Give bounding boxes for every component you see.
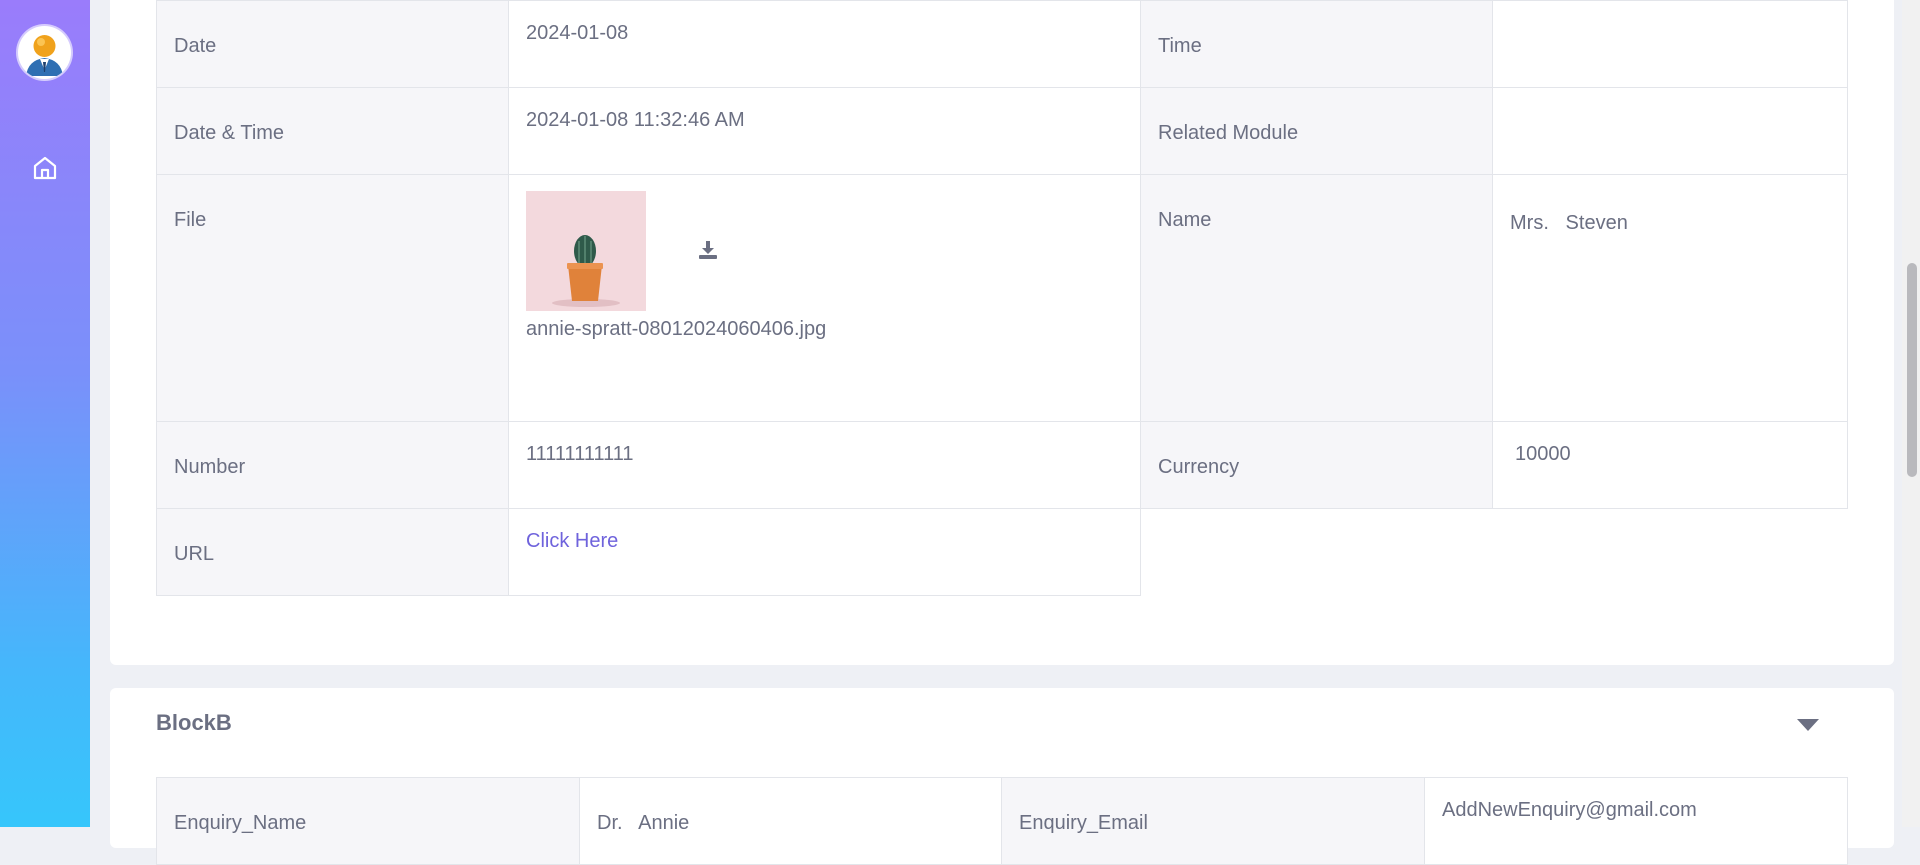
url-link[interactable]: Click Here <box>526 529 618 553</box>
enquiry-email-value: AddNewEnquiry@gmail.com <box>1442 799 1697 821</box>
blockb-title: BlockB <box>156 710 232 735</box>
url-value-cell: Click Here <box>508 508 1141 596</box>
enquiry-email-label: Enquiry_Email <box>1019 812 1148 834</box>
sidebar <box>0 0 90 827</box>
date-label: Date <box>174 35 217 57</box>
date-label-cell: Date <box>156 0 509 88</box>
currency-label-cell: Currency <box>1140 421 1493 509</box>
file-thumbnail-image[interactable] <box>526 191 646 311</box>
url-label-cell: URL <box>156 508 509 596</box>
file-value-cell: annie-spratt-08012024060406.jpg <box>508 174 1141 422</box>
name-value: Mrs. Steven <box>1510 212 1628 234</box>
enquiry-name-value-cell: Dr. Annie <box>579 777 1002 865</box>
file-name: annie-spratt-08012024060406.jpg <box>526 318 827 340</box>
enquiry-name-label: Enquiry_Name <box>174 812 307 834</box>
time-label: Time <box>1158 35 1202 57</box>
datetime-label-cell: Date & Time <box>156 87 509 175</box>
file-label-cell: File <box>156 174 509 422</box>
url-label: URL <box>174 543 215 565</box>
time-label-cell: Time <box>1140 0 1493 88</box>
currency-label: Currency <box>1158 456 1240 478</box>
enquiry-name-value: Dr. Annie <box>597 812 690 834</box>
enquiry-email-label-cell: Enquiry_Email <box>1001 777 1425 865</box>
scrollbar-thumb[interactable] <box>1907 263 1917 477</box>
related-module-value-cell <box>1492 87 1848 175</box>
currency-value: 10000 <box>1515 443 1571 465</box>
number-value-cell: 11111111111 <box>508 421 1141 509</box>
date-value-cell: 2024-01-08 <box>508 0 1141 88</box>
name-label-cell: Name <box>1140 174 1493 422</box>
name-label: Name <box>1158 209 1212 231</box>
datetime-value-cell: 2024-01-08 11:32:46 AM <box>508 87 1141 175</box>
number-label: Number <box>174 456 246 478</box>
date-value: 2024-01-08 <box>526 22 629 44</box>
number-label-cell: Number <box>156 421 509 509</box>
file-label: File <box>174 209 207 231</box>
time-value-cell <box>1492 0 1848 88</box>
download-icon[interactable] <box>696 238 720 262</box>
enquiry-email-value-cell: AddNewEnquiry@gmail.com <box>1424 777 1848 865</box>
datetime-label: Date & Time <box>174 122 285 144</box>
user-avatar-icon[interactable] <box>18 26 71 79</box>
enquiry-name-label-cell: Enquiry_Name <box>156 777 580 865</box>
related-module-label: Related Module <box>1158 122 1299 144</box>
home-icon[interactable] <box>31 154 59 182</box>
datetime-value: 2024-01-08 11:32:46 AM <box>526 109 745 131</box>
related-module-label-cell: Related Module <box>1140 87 1493 175</box>
currency-value-cell: 10000 <box>1492 421 1848 509</box>
caret-down-icon[interactable] <box>1796 718 1820 732</box>
name-value-cell: Mrs. Steven <box>1492 174 1848 422</box>
number-value: 11111111111 <box>526 443 634 465</box>
